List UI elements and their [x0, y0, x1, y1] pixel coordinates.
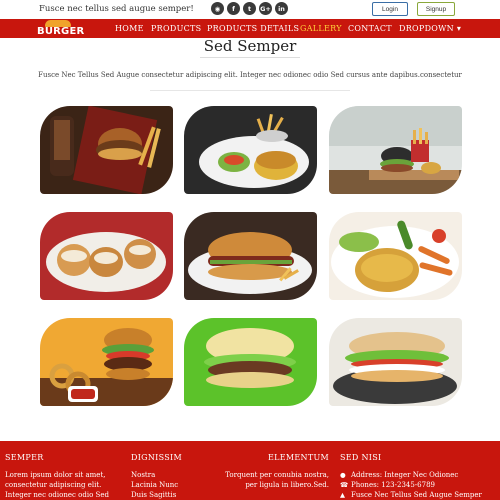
nav-item-products-details[interactable]: PRODUCTS DETAILS — [207, 24, 299, 33]
footer-contact-list: ● Address: Integer Nec Odionec ☎ Phones:… — [340, 470, 500, 500]
footer-phone: Phones: 123-2345-6789 — [351, 481, 435, 489]
footer-contact-item: ● Address: Integer Nec Odionec — [340, 470, 500, 480]
gallery-image-burger-dark-plate[interactable] — [329, 318, 462, 406]
main-navbar: BURGER HOME PRODUCTS PRODUCTS DETAILS GA… — [0, 19, 500, 38]
footer-link[interactable]: Lacinia Nunc — [131, 480, 211, 490]
footer-text: Torquent per conubia nostra, per ligula … — [225, 471, 329, 489]
signup-button[interactable]: Signup — [417, 2, 455, 16]
nav-item-gallery[interactable]: GALLERY — [300, 24, 342, 33]
gallery-image-burger-onion-rings[interactable] — [40, 318, 173, 406]
user-icon: ▲ — [340, 491, 345, 499]
nav-item-home[interactable]: HOME — [115, 24, 144, 33]
burger-vegetables-image — [329, 212, 462, 300]
footer-heading: SEMPER — [5, 453, 44, 462]
google-plus-icon[interactable]: G+ — [259, 2, 272, 15]
nav-item-dropdown[interactable]: DROPDOWN ▾ — [399, 24, 461, 33]
footer-links: Nostra Lacinia Nunc Duis Sagittis — [131, 470, 211, 500]
twitter-icon[interactable]: t — [243, 2, 256, 15]
footer-heading: SED NISI — [340, 453, 382, 462]
page-title: Sed Semper — [203, 37, 297, 55]
footer-link[interactable]: Duis Sagittis — [131, 490, 211, 500]
burger-logo[interactable]: BURGER — [36, 19, 84, 38]
facebook-icon[interactable]: f — [227, 2, 240, 15]
footer-column-sed-nisi: SED NISI ● Address: Integer Nec Odionec … — [340, 453, 500, 500]
burger-board-image — [329, 106, 462, 194]
footer-heading: ELEMENTUM — [268, 453, 329, 462]
gallery-image-burger-plate[interactable] — [184, 106, 317, 194]
sandwich-basket-image — [40, 212, 173, 300]
logo-text: BURGER — [37, 26, 85, 37]
footer-address: Address: Integer Nec Odionec — [351, 471, 459, 479]
gallery-image-burger-vegetables[interactable] — [329, 212, 462, 300]
map-marker-icon: ● — [340, 471, 346, 479]
footer-extra: Fusce Nec Tellus Sed Augue Semper — [351, 491, 482, 499]
phone-icon: ☎ — [340, 481, 349, 489]
gallery-image-burger-tray[interactable] — [40, 106, 173, 194]
login-button[interactable]: Login — [372, 2, 408, 16]
footer-column-elementum: ELEMENTUM Torquent per conubia nostra, p… — [213, 453, 329, 490]
rss-icon[interactable]: ◉ — [211, 2, 224, 15]
nav-item-products[interactable]: PRODUCTS — [151, 24, 201, 33]
title-divider — [200, 57, 300, 58]
top-bar: Fusce nec tellus sed augue semper! ◉ f t… — [0, 0, 500, 19]
site-footer: SEMPER Lorem ipsum dolor sit amet, conse… — [0, 441, 500, 500]
footer-contact-item: ☎ Phones: 123-2345-6789 — [340, 480, 500, 490]
gallery-image-burger-green[interactable] — [184, 318, 317, 406]
hotdog-image — [184, 212, 317, 300]
gallery-image-burger-board[interactable] — [329, 106, 462, 194]
subtitle-divider — [150, 90, 350, 91]
footer-column-dignissim: DIGNISSIM Nostra Lacinia Nunc Duis Sagit… — [131, 453, 211, 500]
footer-link[interactable]: Nostra — [131, 470, 211, 480]
footer-contact-item: ▲ Fusce Nec Tellus Sed Augue Semper — [340, 490, 500, 500]
gallery-image-hotdog[interactable] — [184, 212, 317, 300]
burger-plate-image — [184, 106, 317, 194]
footer-heading: DIGNISSIM — [131, 453, 182, 462]
social-links: ◉ f t G+ in — [211, 2, 288, 15]
page-subtitle: Fusce Nec Tellus Sed Augue consectetur a… — [38, 71, 462, 79]
footer-column-semper: SEMPER Lorem ipsum dolor sit amet, conse… — [5, 453, 120, 500]
burger-dark-plate-image — [329, 318, 462, 406]
gallery-image-sandwich-basket[interactable] — [40, 212, 173, 300]
tagline: Fusce nec tellus sed augue semper! — [39, 4, 194, 14]
burger-onion-rings-image — [40, 318, 173, 406]
burger-green-image — [184, 318, 317, 406]
burger-tray-image — [40, 106, 173, 194]
linkedin-icon[interactable]: in — [275, 2, 288, 15]
footer-text: Lorem ipsum dolor sit amet, consectetur … — [5, 471, 109, 499]
nav-item-contact[interactable]: CONTACT — [348, 24, 392, 33]
